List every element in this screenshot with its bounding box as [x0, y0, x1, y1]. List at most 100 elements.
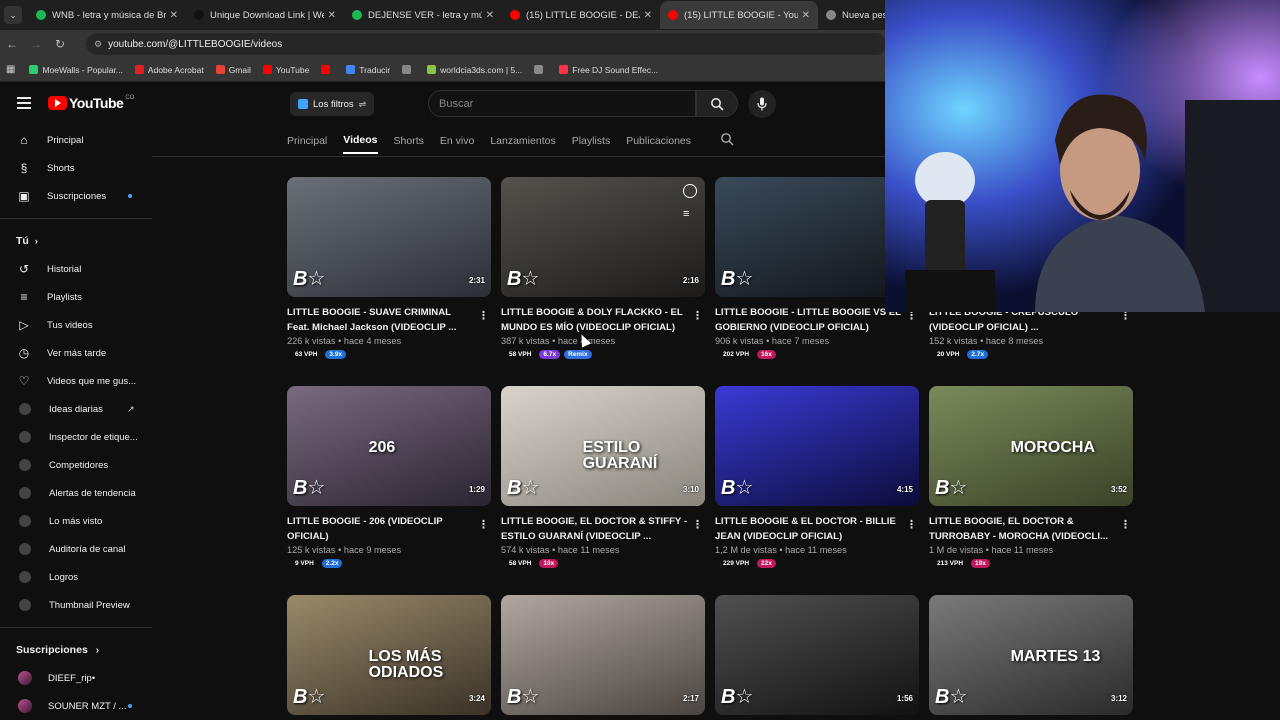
tab-close-icon[interactable]: ✕ — [644, 10, 652, 21]
sidebar-item[interactable]: ▣ Suscripciones — [0, 182, 152, 210]
reload-icon[interactable]: ↻ — [48, 37, 72, 51]
channel-tab[interactable]: Principal — [287, 129, 327, 153]
bookmark-item[interactable]: MoeWalls - Popular... — [29, 65, 123, 75]
tab-close-icon[interactable]: ✕ — [486, 10, 494, 21]
channel-tab[interactable]: Lanzamientos — [490, 129, 555, 153]
sidebar-item[interactable]: ▷ Tus videos — [0, 311, 152, 339]
video-title[interactable]: LITTLE BOOGIE, EL DOCTOR & TURROBABY - M… — [929, 514, 1117, 544]
more-options-icon[interactable]: ⋮ — [478, 309, 489, 322]
sidebar-item[interactable]: ≡ Playlists — [0, 283, 152, 311]
browser-tab[interactable]: Unique Download Link | WeTra... ✕ — [186, 1, 344, 29]
forward-icon[interactable]: → — [24, 37, 48, 51]
channel-tab[interactable]: Shorts — [394, 129, 424, 153]
video-thumbnail[interactable]: B☆ MOROCHA 3:52 — [929, 386, 1133, 506]
bookmark-item[interactable]: Free DJ Sound Effec... — [559, 65, 658, 75]
sidebar-item[interactable]: ⌂ Principal — [0, 126, 152, 154]
video-thumbnail[interactable]: B☆ LOS MÁS ODIADOS 3:24 — [287, 595, 491, 715]
video-thumbnail[interactable]: B☆ 4:15 — [715, 386, 919, 506]
tab-close-icon[interactable]: ✕ — [802, 10, 810, 21]
video-thumbnail[interactable]: B☆ MARTES 13 3:12 — [929, 595, 1133, 715]
video-thumbnail[interactable]: B☆ 2:31 — [287, 177, 491, 297]
sidebar-you-heading[interactable]: Tú › — [0, 227, 152, 255]
sidebar-item[interactable]: Thumbnail Preview — [0, 591, 152, 619]
bookmark-item[interactable] — [534, 65, 547, 75]
tab-close-icon[interactable]: ✕ — [170, 10, 178, 21]
sidebar-item[interactable]: Inspector de etique... — [0, 423, 152, 451]
sidebar-item[interactable]: Logros — [0, 563, 152, 591]
video-thumbnail[interactable]: B☆ 206 1:29 — [287, 386, 491, 506]
filters-button[interactable]: Los filtros ⇌ — [290, 92, 375, 116]
bookmark-item[interactable]: Traducir — [346, 65, 390, 75]
video-title[interactable]: LITTLE BOOGIE - LITTLE BOOGIE VS EL GOBI… — [715, 305, 903, 335]
back-icon[interactable]: ← — [0, 37, 24, 51]
tab-close-icon[interactable]: ✕ — [328, 10, 336, 21]
bookmark-item[interactable]: YouTube — [262, 65, 309, 75]
channel-tab[interactable]: Videos — [343, 128, 378, 154]
video-card[interactable]: B☆ MARTES 13 3:12 — [929, 595, 1133, 715]
tab-search-button[interactable]: ⌄ — [4, 6, 22, 24]
video-title[interactable]: LITTLE BOOGIE - 206 (VIDEOCLIP OFICIAL) — [287, 514, 475, 544]
sidebar-subscriptions-heading[interactable]: Suscripciones › — [0, 636, 152, 664]
site-info-icon[interactable]: ⚙ — [94, 39, 102, 50]
more-options-icon[interactable]: ⋮ — [478, 518, 489, 531]
apps-icon[interactable]: ▦ — [6, 64, 15, 75]
channel-tab[interactable]: En vivo — [440, 129, 474, 153]
video-title[interactable]: LITTLE BOOGIE, EL DOCTOR & STIFFY - ESTI… — [501, 514, 689, 544]
url-bar[interactable]: ⚙ youtube.com/@LITTLEBOOGIE/videos — [86, 33, 886, 55]
sidebar-item[interactable]: Alertas de tendencia — [0, 479, 152, 507]
sidebar-item[interactable]: Competidores — [0, 451, 152, 479]
video-card[interactable]: B☆ LOS MÁS ODIADOS 3:24 — [287, 595, 491, 715]
browser-tab[interactable]: WNB - letra y música de Bruk... ✕ — [28, 1, 186, 29]
bookmark-item[interactable] — [402, 65, 415, 75]
bookmark-item[interactable]: worldcia3ds.com | 5... — [427, 65, 522, 75]
channel-tab[interactable]: Playlists — [572, 129, 611, 153]
menu-icon[interactable] — [17, 97, 31, 109]
watch-later-icon[interactable] — [683, 184, 697, 198]
voice-search-button[interactable] — [748, 90, 776, 118]
browser-tab[interactable]: (15) LITTLE BOOGIE - YouTube ✕ — [660, 1, 818, 29]
bookmark-item[interactable]: Adobe Acrobat — [134, 65, 204, 75]
video-card[interactable]: B☆ 2:31 LITTLE BOOGIE - SUAVE CRIMINAL Fea… — [287, 177, 491, 359]
video-thumbnail[interactable]: B☆ 2:16 — [501, 177, 705, 297]
video-card[interactable]: B☆ 206 1:29 LITTLE BOOGIE - 206 (VIDEOCLIP … — [287, 386, 491, 568]
video-thumbnail[interactable]: B☆ 1:56 — [715, 595, 919, 715]
video-card[interactable]: B☆ 4:15 LITTLE BOOGIE & EL DOCTOR - BILLIE… — [715, 386, 919, 568]
add-to-queue-icon[interactable]: ≡ — [683, 208, 689, 220]
video-thumbnail[interactable]: B☆ ESTILO GUARANÍ 3:10 — [501, 386, 705, 506]
video-card[interactable]: B☆ 2:16 LITTLE BOOGIE & DOLY FLACKKO - EL … — [501, 177, 705, 359]
more-options-icon[interactable]: ⋮ — [692, 309, 703, 322]
more-options-icon[interactable]: ⋮ — [1120, 518, 1131, 531]
youtube-logo[interactable]: YouTube CO — [48, 95, 134, 111]
playlists-icon: ≡ — [20, 290, 28, 304]
sidebar-item[interactable]: Auditoría de canal — [0, 535, 152, 563]
search-input[interactable]: Buscar — [428, 90, 696, 117]
browser-tab[interactable]: DEJENSE VER - letra y música d... ✕ — [344, 1, 502, 29]
sidebar-item[interactable]: Lo más visto — [0, 507, 152, 535]
channel-tab[interactable]: Publicaciones — [626, 129, 691, 153]
search-button[interactable] — [696, 90, 738, 117]
sidebar-item[interactable]: Ideas diarias ↗ — [0, 395, 152, 423]
video-title[interactable]: LITTLE BOOGIE - SUAVE CRIMINAL Feat. Mic… — [287, 305, 475, 335]
subscription-item[interactable]: SOUNER MZT / ... — [0, 692, 152, 720]
video-card[interactable]: B☆ ESTILO GUARANÍ 3:10 LITTLE BOOGIE, EL DO… — [501, 386, 705, 568]
video-thumbnail[interactable]: B☆ 2:17 — [501, 595, 705, 715]
video-card[interactable]: B☆ 2:17 — [501, 595, 705, 715]
sidebar-item[interactable]: ◷ Ver más tarde — [0, 339, 152, 367]
video-card[interactable]: B☆ MOROCHA 3:52 LITTLE BOOGIE, EL DOCTOR & … — [929, 386, 1133, 568]
sidebar-item[interactable]: ♡ Videos que me gus... — [0, 367, 152, 395]
more-options-icon[interactable]: ⋮ — [692, 518, 703, 531]
subscription-item[interactable]: DIEEF_rip• — [0, 664, 152, 692]
bookmark-item[interactable] — [321, 65, 334, 75]
more-options-icon[interactable]: ⋮ — [906, 518, 917, 531]
video-card[interactable]: B☆ 1:56 — [715, 595, 919, 715]
bookmark-item[interactable]: Gmail — [215, 65, 251, 75]
sidebar-item-label: Videos que me gus... — [47, 375, 137, 387]
sidebar-item[interactable]: ↺ Historial — [0, 255, 152, 283]
browser-tab[interactable]: (15) LITTLE BOOGIE - DEJA DE... ✕ — [502, 1, 660, 29]
subscriptions-icon: ▣ — [18, 189, 30, 203]
video-title[interactable]: LITTLE BOOGIE & DOLY FLACKKO - EL MUNDO … — [501, 305, 689, 335]
sidebar-item[interactable]: § Shorts — [0, 154, 152, 182]
video-title[interactable]: LITTLE BOOGIE & EL DOCTOR - BILLIE JEAN … — [715, 514, 903, 544]
meta-separator: • — [335, 545, 344, 555]
channel-search-icon[interactable] — [720, 132, 734, 151]
